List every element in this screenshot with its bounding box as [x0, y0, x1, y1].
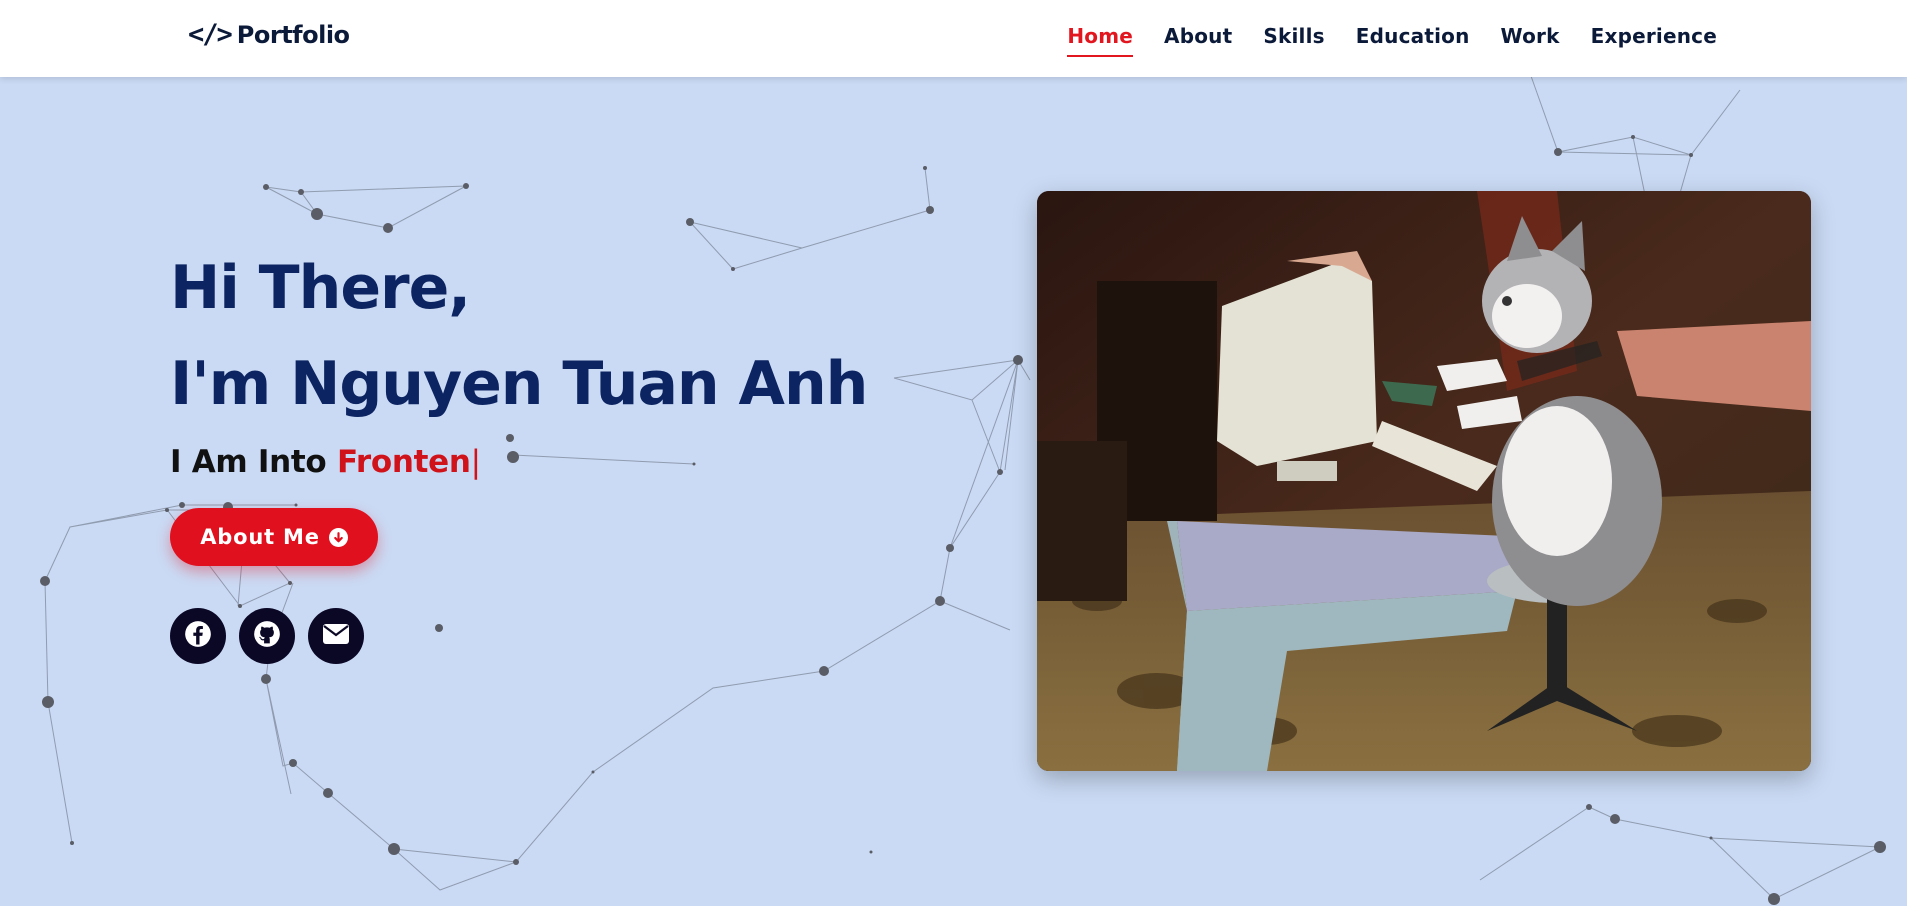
hero-subtitle: I Am Into Fronten|	[170, 444, 867, 480]
facebook-icon	[184, 620, 212, 652]
brand-name: Portfolio	[236, 20, 350, 49]
nav-item-skills[interactable]: Skills	[1263, 24, 1324, 54]
nav-item-education[interactable]: Education	[1356, 24, 1470, 54]
hero-greeting: Hi There,	[170, 253, 471, 323]
hero-typed-text: Fronten	[336, 444, 471, 480]
kitten-at-computer-image	[1037, 191, 1811, 771]
nav-item-home[interactable]: Home	[1067, 24, 1133, 57]
facebook-link[interactable]	[170, 608, 226, 664]
github-link[interactable]	[239, 608, 295, 664]
arrow-down-circle-icon	[328, 527, 348, 547]
typing-cursor: |	[470, 444, 481, 480]
code-brackets-icon: </>	[188, 19, 233, 50]
github-icon	[253, 620, 281, 652]
social-links	[170, 608, 364, 664]
hero-name: I'm Nguyen Tuan Anh	[170, 349, 868, 419]
nav-item-experience[interactable]: Experience	[1591, 24, 1717, 54]
hero-image-kitten-at-computer	[1037, 191, 1811, 771]
brand-logo[interactable]: </> Portfolio	[188, 19, 350, 50]
envelope-icon	[322, 623, 350, 649]
main-nav: Home About Skills Education Work Experie…	[1036, 24, 1717, 57]
top-navbar: </> Portfolio Home About Skills Educatio…	[0, 0, 1907, 77]
about-me-button[interactable]: About Me	[170, 508, 378, 566]
email-link[interactable]	[308, 608, 364, 664]
nav-item-work[interactable]: Work	[1501, 24, 1560, 54]
about-me-button-label: About Me	[200, 525, 320, 549]
hero-section: Hi There, I'm Nguyen Tuan Anh I Am Into …	[170, 240, 868, 480]
nav-item-about[interactable]: About	[1164, 24, 1232, 54]
hero-subtitle-prefix: I Am Into	[170, 444, 327, 480]
